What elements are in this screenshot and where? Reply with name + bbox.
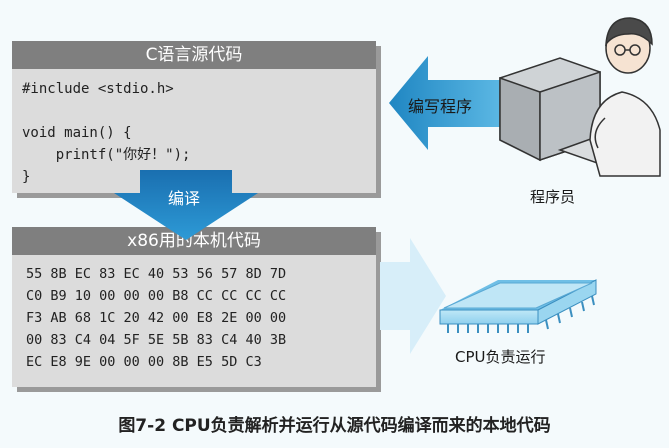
figure-caption: 图7-2 CPU负责解析并运行从源代码编译而来的本地代码 — [118, 416, 551, 436]
programmer-label: 程序员 — [530, 188, 576, 206]
run-arrow — [380, 238, 446, 354]
compile-label: 编译 — [168, 189, 201, 208]
cpu-chip-icon — [439, 279, 597, 333]
cpu-label: CPU负责运行 — [455, 348, 546, 366]
programmer-icon — [499, 17, 661, 177]
diagram-graphics — [114, 17, 661, 354]
write-program-label: 编写程序 — [408, 97, 473, 116]
